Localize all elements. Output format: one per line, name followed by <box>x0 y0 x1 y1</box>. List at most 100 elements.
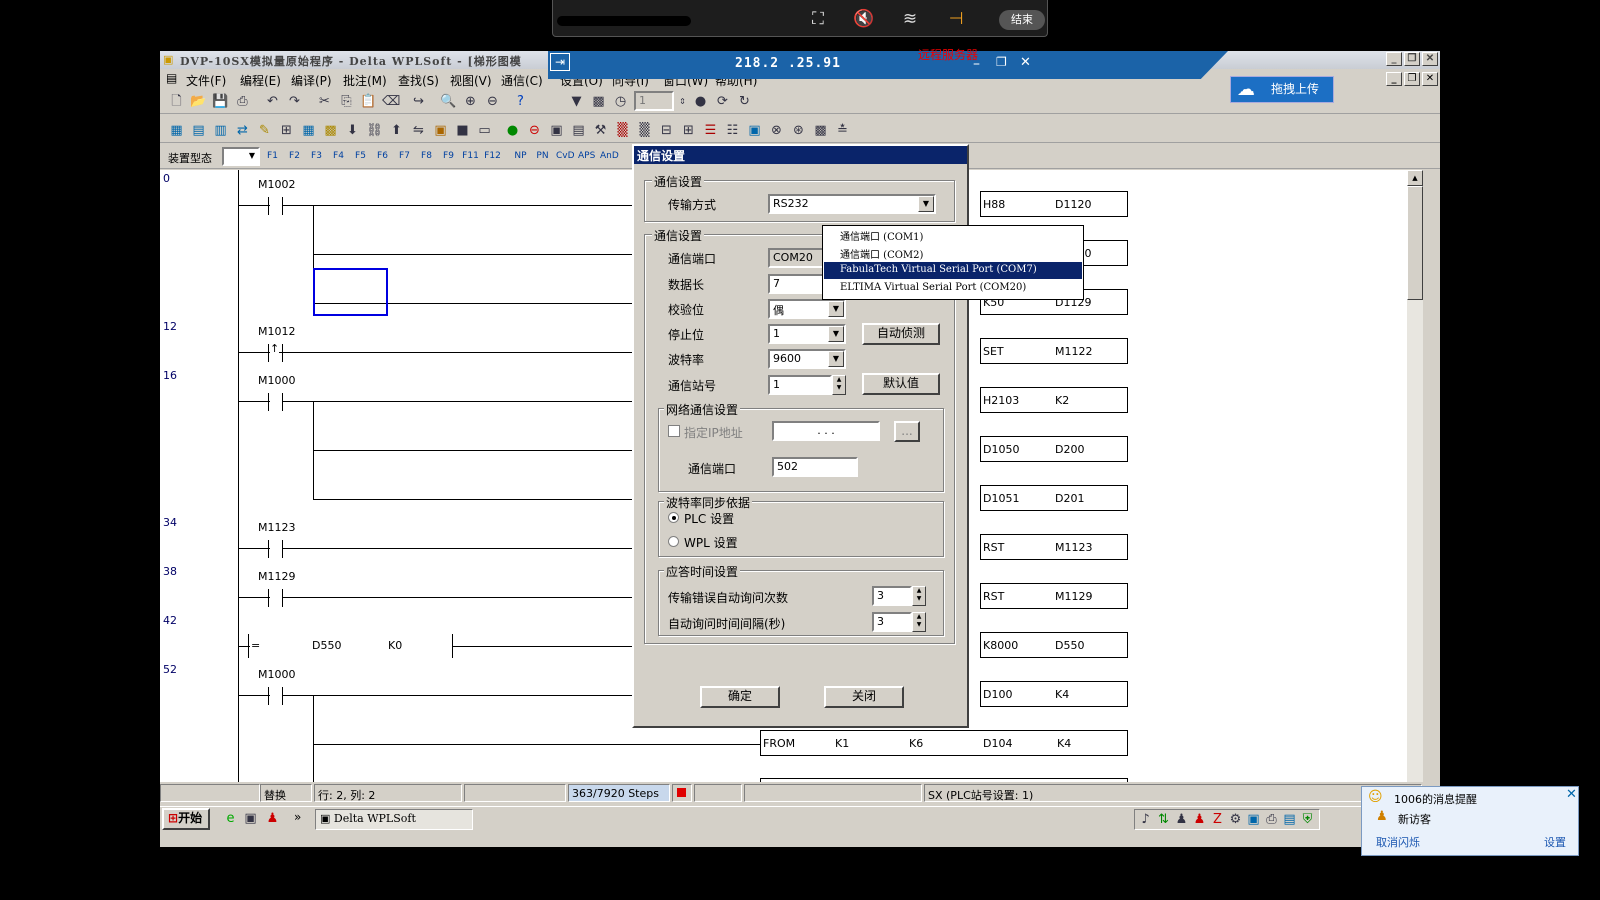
instruction-box[interactable]: D1051 D201 <box>980 485 1128 511</box>
port-option[interactable]: 通信端口 (COM2) <box>824 244 1082 261</box>
link-icon[interactable]: ⛓ <box>366 122 383 139</box>
f12-icon[interactable]: F12 <box>484 148 501 165</box>
find-device-icon[interactable]: ⊗ <box>768 122 785 139</box>
mute-icon[interactable]: 🔇 <box>853 8 875 30</box>
fullscreen-icon[interactable]: ⛶ <box>807 8 829 30</box>
default-button[interactable]: 默认值 <box>862 373 940 395</box>
upload-icon[interactable]: ⬆ <box>388 122 405 139</box>
np-icon[interactable]: NP <box>512 148 529 165</box>
radio-plc[interactable] <box>668 512 679 523</box>
scroll-thumb[interactable] <box>1407 186 1423 300</box>
erase-icon[interactable]: ⌫ <box>382 93 400 110</box>
child-close-button[interactable]: ✕ <box>1422 72 1438 86</box>
baud-select[interactable]: 9600 ▼ <box>768 349 846 369</box>
menu-view[interactable]: 视图(V) <box>450 72 492 89</box>
f6-coil-icon[interactable]: F6 <box>374 148 391 165</box>
compile-icon[interactable]: ▣ <box>432 122 449 139</box>
search2-icon[interactable]: ⊛ <box>790 122 807 139</box>
port-select[interactable]: COM20 <box>768 248 826 268</box>
restore-button[interactable]: ❐ <box>1404 52 1420 66</box>
stop-icon[interactable]: ■ <box>454 122 471 139</box>
settings-link[interactable]: 设置 <box>1544 834 1566 850</box>
open-file-icon[interactable]: 📂 <box>190 93 207 110</box>
remote-close-icon[interactable]: ✕ <box>1020 55 1031 70</box>
f9-line-icon[interactable]: F9 <box>440 148 457 165</box>
clock-icon[interactable]: ◷ <box>612 93 629 110</box>
stopbit-select[interactable]: 1 ▼ <box>768 324 846 344</box>
tray-app-icon[interactable]: ⚙ <box>1227 811 1244 828</box>
bus-icon[interactable]: ≛ <box>834 122 851 139</box>
sfc-icon[interactable]: ☷ <box>724 122 741 139</box>
tray-shield-icon[interactable]: ⛨ <box>1299 811 1316 828</box>
dropdown-arrow-icon[interactable]: ▼ <box>918 196 934 212</box>
f8-line-icon[interactable]: F8 <box>418 148 435 165</box>
child-minimize-button[interactable]: _ <box>1386 72 1402 86</box>
cursor-box[interactable] <box>313 268 388 316</box>
code-icon[interactable]: ▒ <box>614 122 631 139</box>
f7-coil-icon[interactable]: F7 <box>396 148 413 165</box>
instruction-box[interactable]: K8000 D550 <box>980 632 1128 658</box>
parity-select[interactable]: 偶 ▼ <box>768 299 846 319</box>
tray-volume-icon[interactable]: ♪ <box>1137 811 1154 828</box>
network-icon[interactable]: ⊞ <box>278 122 295 139</box>
f5-contact-icon[interactable]: F5 <box>352 148 369 165</box>
close-dialog-button[interactable]: 关闭 <box>824 686 904 708</box>
refresh-icon[interactable]: ⟳ <box>714 93 731 110</box>
plc-icon[interactable]: ▦ <box>168 122 185 139</box>
f11-icon[interactable]: F11 <box>462 148 479 165</box>
ladder-icon[interactable]: ☰ <box>702 122 719 139</box>
f3-contact-icon[interactable]: F3 <box>308 148 325 165</box>
list-icon[interactable]: ▤ <box>190 122 207 139</box>
table-icon[interactable]: ▦ <box>300 122 317 139</box>
tree-icon[interactable]: ⊞ <box>680 122 697 139</box>
and-icon[interactable]: AnD <box>600 148 619 165</box>
paste-icon[interactable]: 📋 <box>360 93 377 110</box>
vertical-scrollbar[interactable]: ▲ <box>1407 170 1423 782</box>
net-port-input[interactable]: 502 <box>772 457 858 477</box>
monitor-icon[interactable]: ▼ <box>568 93 585 110</box>
ok-button[interactable]: 确定 <box>700 686 780 708</box>
comm-icon[interactable]: ⇄ <box>234 122 251 139</box>
scroll-up-arrow-icon[interactable]: ▲ <box>1407 170 1423 186</box>
datalen-select[interactable]: 7 <box>768 274 826 294</box>
pin-icon[interactable]: ⊣ <box>945 8 967 30</box>
retry-spinner-icon[interactable]: ▲ ▼ <box>912 586 926 606</box>
quicklaunch-more[interactable]: » <box>294 810 301 824</box>
record-icon[interactable]: ● <box>692 93 709 110</box>
interval-spinner-icon[interactable]: ▲ ▼ <box>912 612 926 632</box>
notify-close-icon[interactable]: ✕ <box>1566 787 1577 802</box>
from-instruction-box[interactable]: FROM K1 K6 D104 K4 <box>760 730 1128 756</box>
menu-file[interactable]: 文件(F) <box>186 72 226 89</box>
ip-input[interactable]: . . . <box>772 421 880 441</box>
help-icon[interactable]: ? <box>512 93 529 110</box>
quality-icon[interactable]: ≋ <box>899 8 921 30</box>
copy-icon[interactable]: ⎘ <box>338 93 355 110</box>
ie-icon[interactable]: e <box>222 810 239 827</box>
qq-icon[interactable]: ♟ <box>264 810 281 827</box>
stop-plc-icon[interactable]: ⊖ <box>526 122 543 139</box>
dropdown-arrow-icon[interactable]: ▼ <box>828 301 844 317</box>
tray-remote-icon[interactable]: ▣ <box>1245 811 1262 828</box>
menu-comm[interactable]: 通信(C) <box>501 72 543 89</box>
instruction-box[interactable]: RST M1129 <box>980 583 1128 609</box>
tray-qq-icon[interactable]: ♟ <box>1173 811 1190 828</box>
port-option[interactable]: ELTIMA Virtual Serial Port (COM20) <box>824 280 1082 297</box>
pn-icon[interactable]: PN <box>534 148 551 165</box>
menu-edit[interactable]: 编程(E) <box>240 72 281 89</box>
monitor-stop-icon[interactable]: ▩ <box>590 93 607 110</box>
instruction-box[interactable]: RST M1123 <box>980 534 1128 560</box>
start-button[interactable]: ⊞开始 <box>162 808 210 830</box>
radio-wpl[interactable] <box>668 536 679 547</box>
close-button[interactable]: ✕ <box>1422 52 1438 66</box>
port-option[interactable]: 通信端口 (COM1) <box>824 226 1082 243</box>
dropdown-arrow-icon[interactable]: ▼ <box>828 326 844 342</box>
f2-contact-icon[interactable]: F2 <box>286 148 303 165</box>
step-input[interactable]: 1 <box>634 91 674 111</box>
tray-z-icon[interactable]: Z <box>1209 811 1226 828</box>
interval-input[interactable]: 3 <box>872 612 912 632</box>
aps-icon[interactable]: APS <box>578 148 595 165</box>
grid-icon[interactable]: ▩ <box>322 122 339 139</box>
child-restore-button[interactable]: ❐ <box>1404 72 1420 86</box>
window-icon[interactable]: ▭ <box>476 122 493 139</box>
minimize-button[interactable]: _ <box>1386 52 1402 66</box>
